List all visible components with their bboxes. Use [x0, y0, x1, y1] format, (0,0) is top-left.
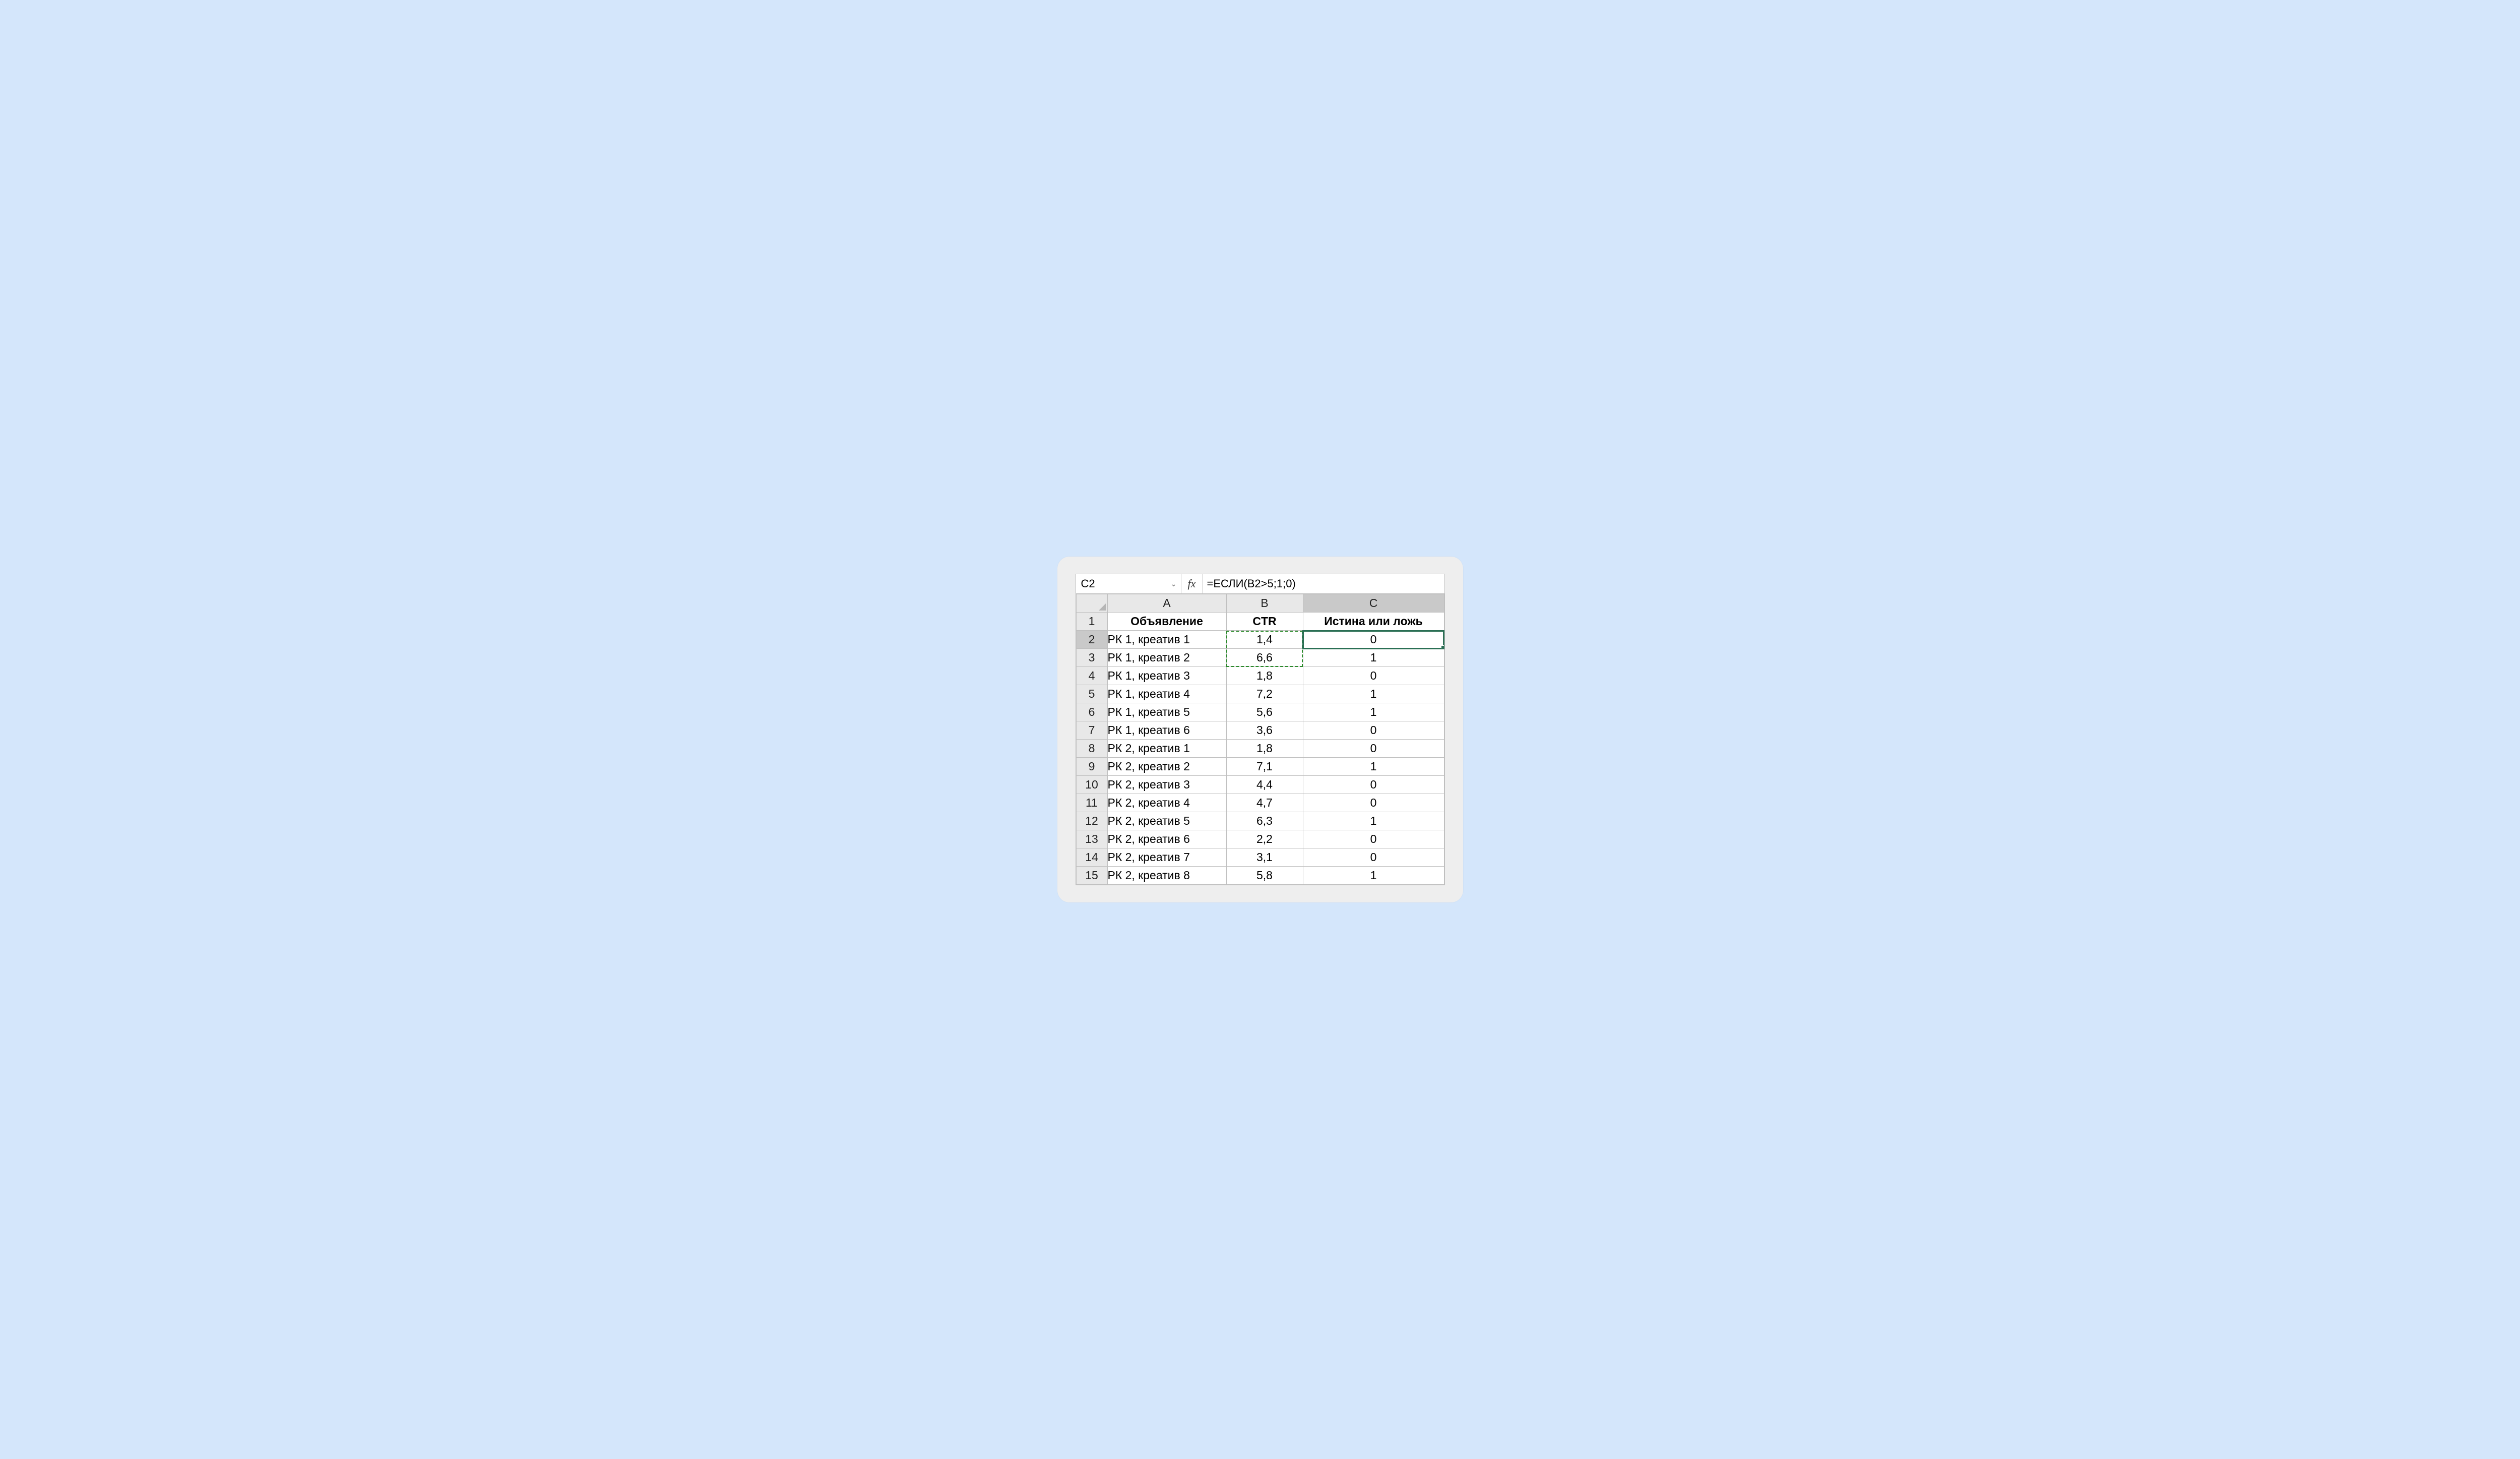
row-header[interactable]: 10 — [1076, 776, 1107, 794]
cell-c3[interactable]: 1 — [1303, 649, 1444, 667]
name-box-value: C2 — [1081, 577, 1095, 590]
cell-b1[interactable]: CTR — [1226, 613, 1303, 631]
cell-c1[interactable]: Истина или ложь — [1303, 613, 1444, 631]
cell-a5[interactable]: РК 1, креатив 4 — [1107, 685, 1226, 703]
table-row: 8 РК 2, креатив 1 1,8 0 — [1076, 740, 1444, 758]
cell-c12[interactable]: 1 — [1303, 812, 1444, 830]
col-header-b[interactable]: B — [1226, 594, 1303, 613]
table-row: 3 РК 1, креатив 2 6,6 1 — [1076, 649, 1444, 667]
table-row: 5 РК 1, креатив 4 7,2 1 — [1076, 685, 1444, 703]
chevron-down-icon: ⌄ — [1171, 580, 1177, 588]
spreadsheet: C2 ⌄ fx =ЕСЛИ(B2>5;1;0) A B C — [1076, 574, 1445, 885]
row-header[interactable]: 13 — [1076, 830, 1107, 848]
cell-c9[interactable]: 1 — [1303, 758, 1444, 776]
col-header-c[interactable]: C — [1303, 594, 1444, 613]
cell-b15[interactable]: 5,8 — [1226, 867, 1303, 885]
row-header[interactable]: 11 — [1076, 794, 1107, 812]
cell-b11[interactable]: 4,7 — [1226, 794, 1303, 812]
row-header[interactable]: 9 — [1076, 758, 1107, 776]
table-row: 11 РК 2, креатив 4 4,7 0 — [1076, 794, 1444, 812]
table-row: 4 РК 1, креатив 3 1,8 0 — [1076, 667, 1444, 685]
table-row: 7 РК 1, креатив 6 3,6 0 — [1076, 721, 1444, 740]
row-header[interactable]: 3 — [1076, 649, 1107, 667]
row-header[interactable]: 12 — [1076, 812, 1107, 830]
cell-b2[interactable]: 1,4 — [1226, 631, 1303, 649]
cell-b13[interactable]: 2,2 — [1226, 830, 1303, 848]
row-header[interactable]: 15 — [1076, 867, 1107, 885]
row-header[interactable]: 6 — [1076, 703, 1107, 721]
cell-c8[interactable]: 0 — [1303, 740, 1444, 758]
name-box[interactable]: C2 ⌄ — [1076, 574, 1181, 593]
cell-c4[interactable]: 0 — [1303, 667, 1444, 685]
row-header[interactable]: 7 — [1076, 721, 1107, 740]
cell-c2[interactable]: 0 — [1303, 631, 1444, 649]
table-row: 9 РК 2, креатив 2 7,1 1 — [1076, 758, 1444, 776]
formula-text: =ЕСЛИ(B2>5;1;0) — [1207, 577, 1296, 590]
cell-b6[interactable]: 5,6 — [1226, 703, 1303, 721]
cell-a7[interactable]: РК 1, креатив 6 — [1107, 721, 1226, 740]
cell-c5[interactable]: 1 — [1303, 685, 1444, 703]
row-header[interactable]: 14 — [1076, 848, 1107, 867]
cells-grid: A B C 1 Объявление CTR Истина или ложь 2… — [1076, 594, 1444, 885]
cell-b8[interactable]: 1,8 — [1226, 740, 1303, 758]
table-row: 15 РК 2, креатив 8 5,8 1 — [1076, 867, 1444, 885]
cell-b10[interactable]: 4,4 — [1226, 776, 1303, 794]
table-row: 12 РК 2, креатив 5 6,3 1 — [1076, 812, 1444, 830]
cell-a2[interactable]: РК 1, креатив 1 — [1107, 631, 1226, 649]
row-header[interactable]: 2 — [1076, 631, 1107, 649]
cell-a11[interactable]: РК 2, креатив 4 — [1107, 794, 1226, 812]
grid-wrapper: A B C 1 Объявление CTR Истина или ложь 2… — [1076, 594, 1444, 885]
table-row: 6 РК 1, креатив 5 5,6 1 — [1076, 703, 1444, 721]
cell-a10[interactable]: РК 2, креатив 3 — [1107, 776, 1226, 794]
row-header[interactable]: 8 — [1076, 740, 1107, 758]
cell-c7[interactable]: 0 — [1303, 721, 1444, 740]
fx-label[interactable]: fx — [1181, 574, 1203, 593]
cell-b14[interactable]: 3,1 — [1226, 848, 1303, 867]
table-row: 1 Объявление CTR Истина или ложь — [1076, 613, 1444, 631]
table-row: 2 РК 1, креатив 1 1,4 0 — [1076, 631, 1444, 649]
cell-a1[interactable]: Объявление — [1107, 613, 1226, 631]
formula-bar: C2 ⌄ fx =ЕСЛИ(B2>5;1;0) — [1076, 574, 1444, 594]
cell-a12[interactable]: РК 2, креатив 5 — [1107, 812, 1226, 830]
row-header[interactable]: 4 — [1076, 667, 1107, 685]
cell-c11[interactable]: 0 — [1303, 794, 1444, 812]
select-all-corner[interactable] — [1076, 594, 1107, 613]
cell-c14[interactable]: 0 — [1303, 848, 1444, 867]
formula-input[interactable]: =ЕСЛИ(B2>5;1;0) — [1203, 574, 1444, 593]
cell-c10[interactable]: 0 — [1303, 776, 1444, 794]
row-header[interactable]: 1 — [1076, 613, 1107, 631]
col-header-a[interactable]: A — [1107, 594, 1226, 613]
cell-a4[interactable]: РК 1, креатив 3 — [1107, 667, 1226, 685]
cell-c13[interactable]: 0 — [1303, 830, 1444, 848]
cell-a14[interactable]: РК 2, креатив 7 — [1107, 848, 1226, 867]
cell-b3[interactable]: 6,6 — [1226, 649, 1303, 667]
cell-b7[interactable]: 3,6 — [1226, 721, 1303, 740]
cell-c6[interactable]: 1 — [1303, 703, 1444, 721]
cell-a13[interactable]: РК 2, креатив 6 — [1107, 830, 1226, 848]
cell-b12[interactable]: 6,3 — [1226, 812, 1303, 830]
cell-a15[interactable]: РК 2, креатив 8 — [1107, 867, 1226, 885]
cell-a9[interactable]: РК 2, креатив 2 — [1107, 758, 1226, 776]
cell-b5[interactable]: 7,2 — [1226, 685, 1303, 703]
fx-icon: fx — [1188, 577, 1196, 590]
table-row: 14 РК 2, креатив 7 3,1 0 — [1076, 848, 1444, 867]
spreadsheet-card: C2 ⌄ fx =ЕСЛИ(B2>5;1;0) A B C — [1057, 557, 1463, 902]
table-row: 10 РК 2, креатив 3 4,4 0 — [1076, 776, 1444, 794]
cell-a3[interactable]: РК 1, креатив 2 — [1107, 649, 1226, 667]
table-row: 13 РК 2, креатив 6 2,2 0 — [1076, 830, 1444, 848]
cell-b9[interactable]: 7,1 — [1226, 758, 1303, 776]
cell-c15[interactable]: 1 — [1303, 867, 1444, 885]
cell-b4[interactable]: 1,8 — [1226, 667, 1303, 685]
row-header[interactable]: 5 — [1076, 685, 1107, 703]
cell-a8[interactable]: РК 2, креатив 1 — [1107, 740, 1226, 758]
cell-a6[interactable]: РК 1, креатив 5 — [1107, 703, 1226, 721]
